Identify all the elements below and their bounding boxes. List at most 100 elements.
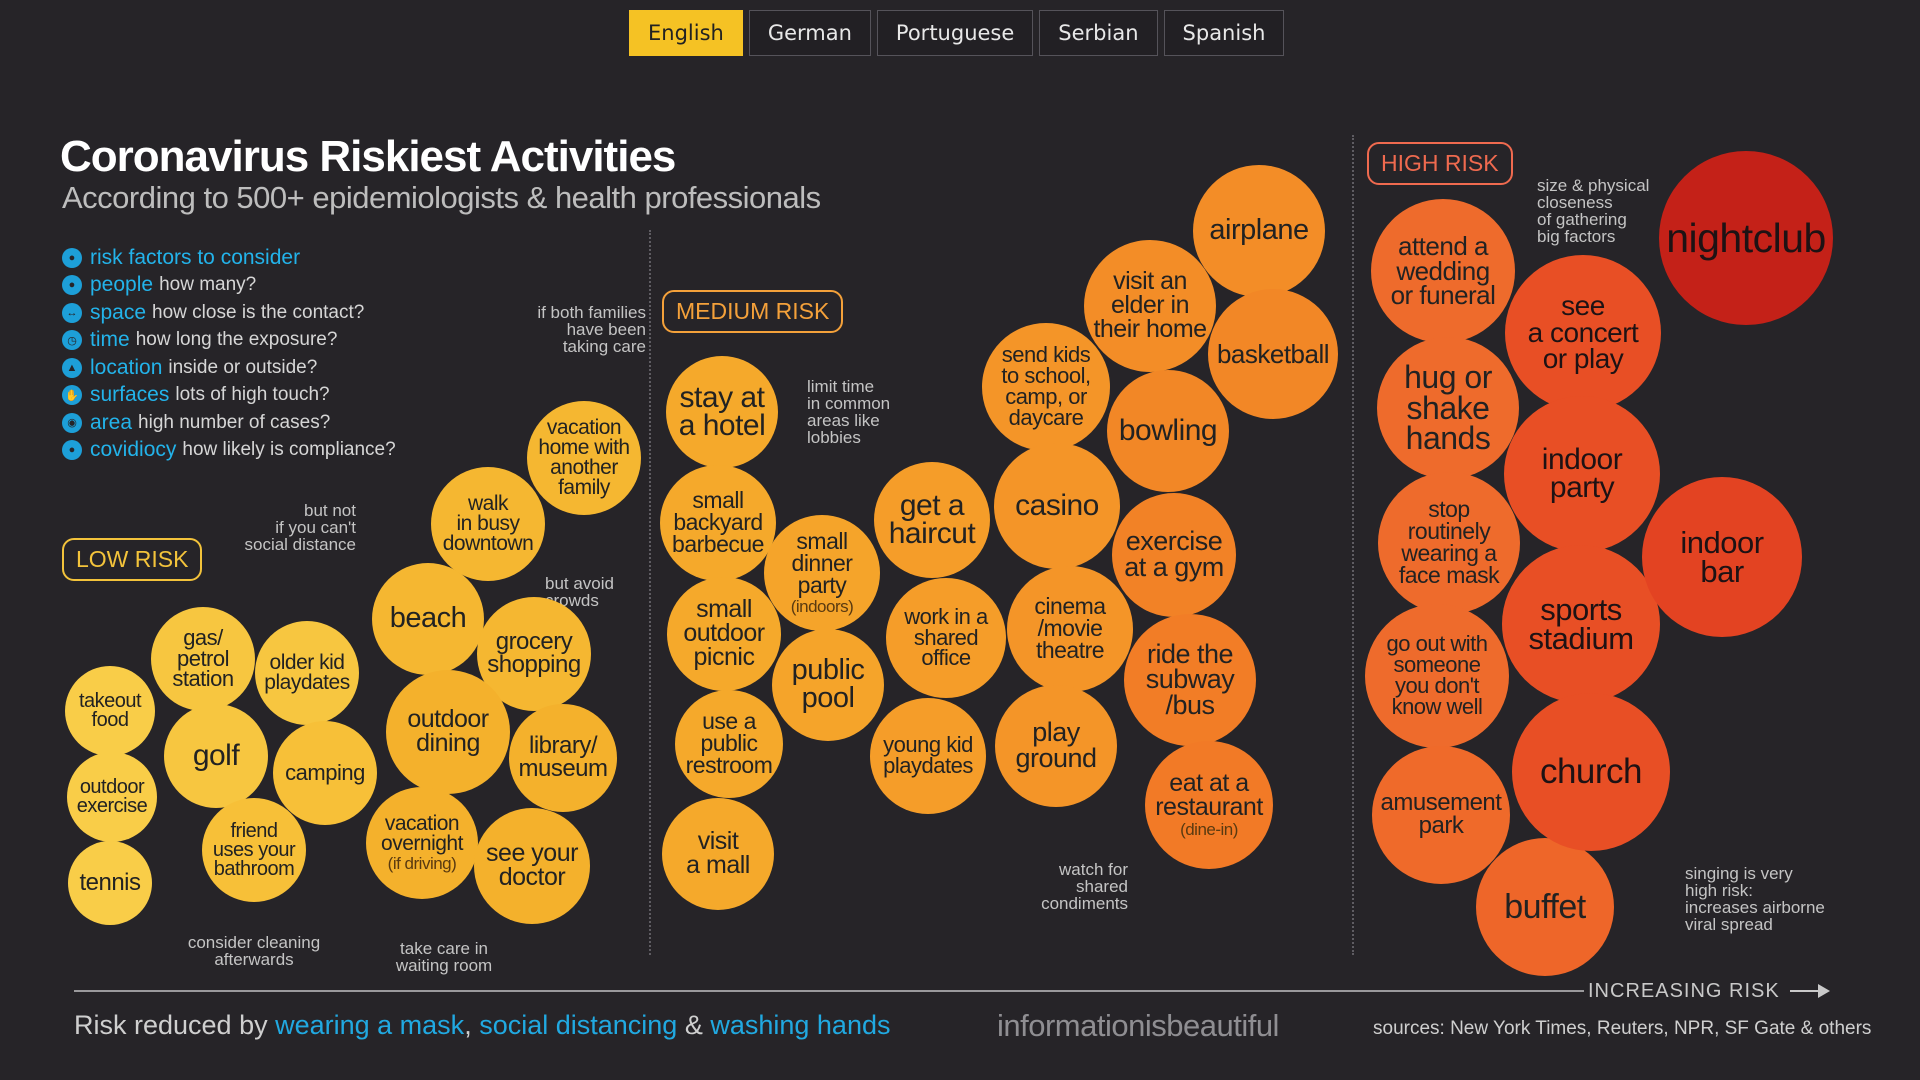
- activity-text: camping: [285, 759, 365, 785]
- activity-label: cinema /movie theatre: [1034, 593, 1106, 663]
- activity-label: stay at a hotel: [678, 380, 766, 442]
- activity-bubble: public pool: [772, 629, 884, 741]
- activity-bubble: work in a shared office: [886, 578, 1006, 698]
- activity-text: outdoor exercise: [76, 776, 148, 817]
- location-icon: ▲: [62, 357, 82, 378]
- activity-text: vacation overnight (if driving): [381, 811, 463, 873]
- activity-label: church: [1539, 752, 1643, 792]
- distancing-link[interactable]: social distancing: [479, 1010, 677, 1040]
- activity-text: tennis: [79, 870, 141, 895]
- sources-credit: sources: New York Times, Reuters, NPR, S…: [1373, 1018, 1872, 1039]
- tab-german[interactable]: German: [748, 10, 871, 56]
- activity-label: play ground: [1015, 717, 1097, 773]
- activity-bubble: get a haircut: [874, 462, 990, 578]
- activity-label: see your doctor: [486, 839, 578, 891]
- factor-key: location: [90, 355, 163, 379]
- activity-label: vacation home with another family: [538, 416, 630, 499]
- activity-label: send kids to school, camp, or daycare: [1001, 342, 1091, 430]
- activity-label: indoor party: [1541, 442, 1623, 504]
- activity-label: outdoor exercise: [76, 776, 148, 817]
- tab-portuguese[interactable]: Portuguese: [876, 10, 1034, 56]
- activity-text: amusement park: [1380, 789, 1502, 839]
- activity-bubble: tennis: [68, 841, 152, 925]
- tab-spanish[interactable]: Spanish: [1163, 10, 1285, 56]
- activity-bubble: exercise at a gym: [1112, 493, 1236, 617]
- brand-logo[interactable]: informationisbeautiful: [997, 1008, 1279, 1044]
- activity-label: sports stadium: [1528, 591, 1634, 656]
- activity-bubble: sports stadium: [1502, 545, 1660, 703]
- activity-label: older kid playdates: [264, 651, 350, 694]
- activity-qualifier: (if driving): [387, 853, 457, 873]
- activity-text: send kids to school, camp, or daycare: [1001, 342, 1091, 430]
- factor-desc: high number of cases?: [138, 411, 331, 433]
- activity-bubble: hug or shake hands: [1377, 337, 1519, 479]
- activity-bubble: young kid playdates: [870, 698, 986, 814]
- info-icon: ●: [62, 247, 82, 268]
- factor-key: risk factors to consider: [90, 245, 301, 269]
- activity-label: indoor bar: [1680, 524, 1764, 589]
- mask-link[interactable]: wearing a mask: [275, 1010, 464, 1040]
- activity-label: bowling: [1118, 413, 1218, 447]
- activity-bubble: visit an elder in their home: [1084, 240, 1216, 372]
- activity-label: hug or shake hands: [1404, 359, 1492, 457]
- activity-qualifier: (dine-in): [1180, 819, 1238, 839]
- activity-bubble: play ground: [995, 685, 1117, 807]
- footer-sep: &: [677, 1010, 711, 1040]
- tab-english[interactable]: English: [629, 10, 743, 56]
- activity-text: stay at a hotel: [678, 380, 766, 442]
- activity-text: casino: [1015, 491, 1099, 521]
- note-condiments: watch for shared condiments: [1041, 860, 1128, 913]
- factor-item: ● covidiocy how likely is compliance?: [62, 437, 396, 465]
- footer-sep: ,: [464, 1010, 480, 1040]
- activity-bubble: see your doctor: [474, 808, 590, 924]
- hand-icon: ✋: [62, 385, 82, 406]
- activity-bubble: cinema /movie theatre: [1007, 566, 1133, 692]
- activity-text: work in a shared office: [904, 603, 988, 671]
- activity-label: library/ museum: [518, 732, 608, 782]
- activity-text: buffet: [1504, 890, 1586, 924]
- activity-text: basketball: [1217, 341, 1330, 367]
- activity-text: visit an elder in their home: [1093, 267, 1207, 343]
- activity-bubble: casino: [994, 443, 1120, 569]
- activity-bubble: friend uses your bathroom: [202, 798, 306, 902]
- activity-bubble: attend a wedding or funeral: [1371, 199, 1515, 343]
- low-medium-divider: [649, 230, 651, 955]
- activity-label: visit an elder in their home: [1093, 267, 1207, 343]
- factor-desc: inside or outside?: [168, 356, 318, 378]
- activity-label: amusement park: [1380, 789, 1502, 839]
- activity-text: vacation home with another family: [538, 416, 630, 499]
- activity-bubble: ride the subway /bus: [1124, 614, 1256, 746]
- note-cleaning: consider cleaning afterwards: [187, 933, 321, 969]
- activity-label: camping: [285, 759, 365, 785]
- head-icon: ●: [62, 440, 82, 461]
- activity-label: vacation overnight: [381, 811, 463, 855]
- activity-bubble: visit a mall: [662, 798, 774, 910]
- activity-label: takeout food: [78, 690, 142, 731]
- activity-text: small dinner party (indoors): [790, 530, 854, 616]
- activity-text: get a haircut: [889, 490, 976, 549]
- activity-label: eat at a restaurant: [1155, 769, 1263, 821]
- activity-label: work in a shared office: [904, 603, 988, 671]
- activity-label: stop routinely wearing a face mask: [1398, 496, 1500, 588]
- footer-prefix: Risk reduced by: [74, 1010, 276, 1040]
- washing-link[interactable]: washing hands: [710, 1010, 890, 1040]
- tab-serbian[interactable]: Serbian: [1039, 10, 1158, 56]
- activity-label: small outdoor picnic: [683, 595, 765, 671]
- page-subtitle: According to 500+ epidemiologists & heal…: [62, 180, 821, 215]
- activity-text: exercise at a gym: [1124, 526, 1224, 582]
- factor-key: space: [90, 300, 147, 324]
- activity-text: small backyard barbecue: [672, 487, 764, 557]
- activity-label: exercise at a gym: [1124, 526, 1224, 582]
- factor-desc: how long the exposure?: [135, 329, 338, 351]
- note-waiting-room: take care in waiting room: [395, 939, 493, 975]
- factor-desc: how close is the contact?: [152, 301, 365, 323]
- activity-text: bowling: [1118, 413, 1218, 447]
- activity-bubble: gas/ petrol station: [151, 607, 255, 711]
- activity-label: grocery shopping: [487, 628, 581, 678]
- activity-qualifier: (indoors): [790, 596, 854, 616]
- activity-text: beach: [390, 604, 467, 633]
- activity-label: small backyard barbecue: [672, 487, 764, 557]
- activity-label: gas/ petrol station: [172, 624, 234, 692]
- page-title: Coronavirus Riskiest Activities: [60, 132, 676, 181]
- activity-text: sports stadium: [1528, 591, 1634, 656]
